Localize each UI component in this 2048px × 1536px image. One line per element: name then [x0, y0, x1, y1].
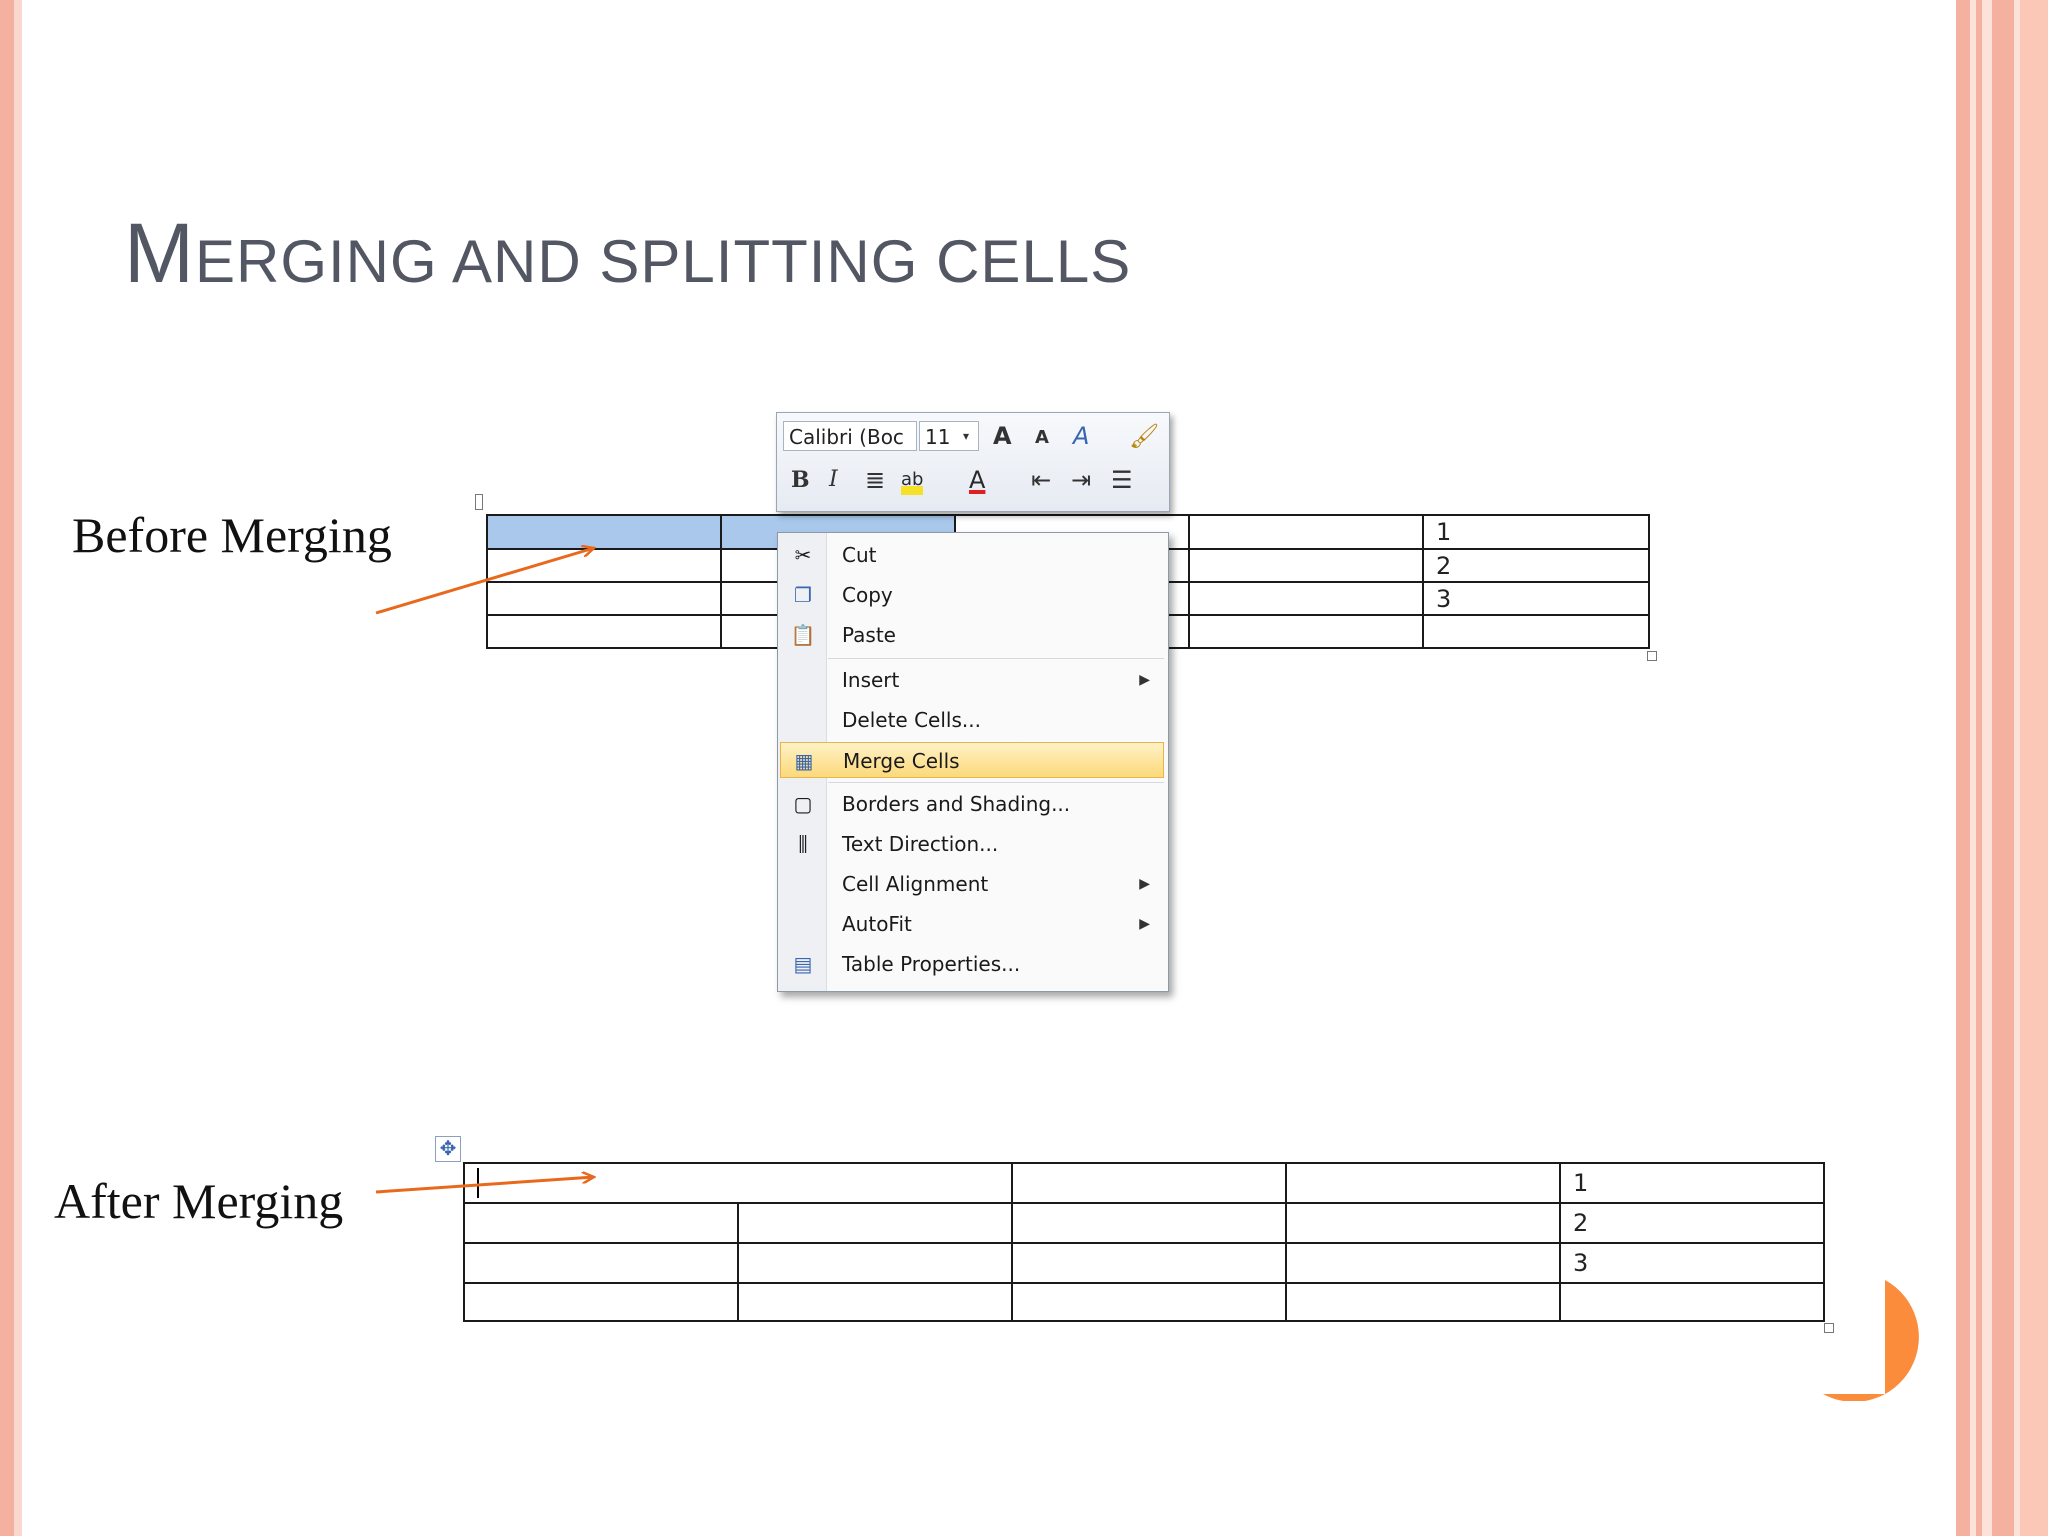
after-arrow — [375, 1177, 594, 1194]
annotation-arrows — [375, 0, 2048, 1194]
before-arrow — [375, 548, 594, 615]
decorative-circle — [1823, 1280, 1919, 1401]
